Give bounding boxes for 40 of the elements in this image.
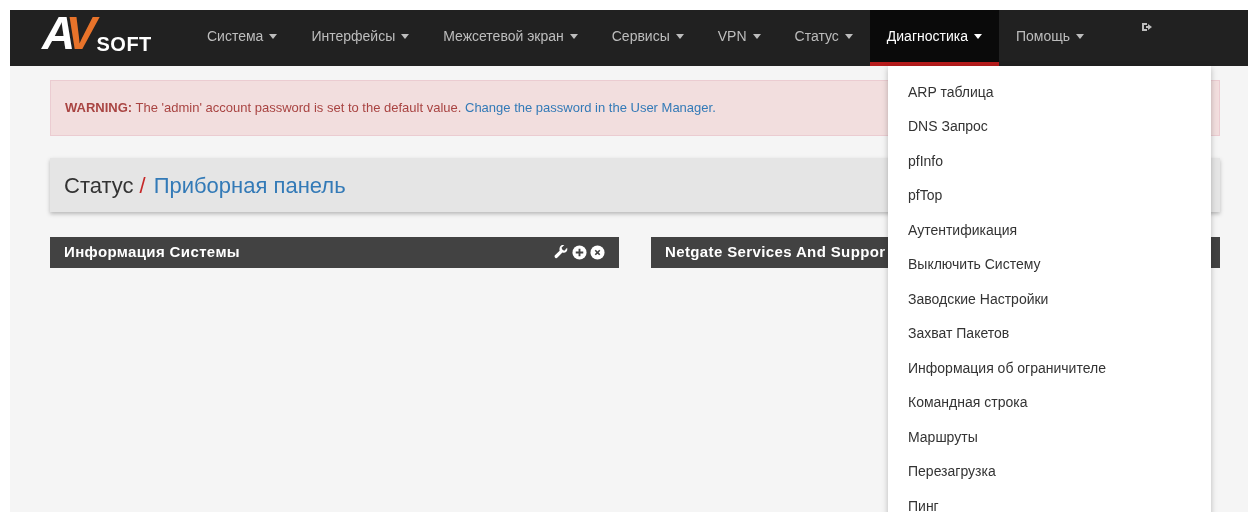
close-icon[interactable] — [590, 245, 605, 260]
breadcrumb-parent[interactable]: Статус — [64, 168, 134, 202]
dropdown-item[interactable]: Маршруты — [888, 420, 1211, 455]
caret-icon — [675, 33, 684, 39]
nav-menu[interactable]: Помощь — [999, 10, 1102, 66]
caret-icon — [569, 33, 578, 39]
dropdown-item[interactable]: pfInfo — [888, 144, 1211, 179]
nav-menu[interactable]: Диагностика — [869, 10, 999, 66]
dropdown-item[interactable]: Пинг — [888, 489, 1211, 512]
wrench-icon[interactable] — [554, 245, 569, 260]
dropdown-item[interactable]: Информация об ограничителе — [888, 351, 1211, 386]
change-password-link[interactable]: Change the password in the User Manager. — [465, 100, 716, 116]
nav-menu[interactable]: Сервисы — [594, 10, 701, 66]
caret-icon — [974, 33, 982, 39]
dropdown-item[interactable]: Командная строка — [888, 385, 1211, 420]
widget-title: Информация Системы — [64, 242, 241, 263]
widget-title: Netgate Services And Suppor — [665, 242, 886, 263]
dropdown-item[interactable]: Выключить Систему — [888, 247, 1211, 282]
warning-text: WARNING: The 'admin' account password is set to the default value. Change the password in the User Manager. — [65, 99, 716, 118]
nav-menu[interactable]: Межсетевой экран — [426, 10, 595, 66]
caret-icon — [269, 33, 278, 39]
nav-menu[interactable]: Система — [190, 10, 295, 66]
nav-menu[interactable]: Интерфейсы — [294, 10, 427, 66]
dropdown-item[interactable]: ARP таблица — [888, 75, 1211, 110]
caret-icon — [844, 33, 853, 39]
plus-circle-icon[interactable] — [572, 245, 587, 260]
dropdown-item[interactable]: Перезагрузка — [888, 454, 1211, 489]
caret-icon — [752, 33, 761, 39]
logo-text: SOFT — [96, 32, 152, 57]
nav-menu[interactable]: VPN — [700, 10, 778, 66]
breadcrumb-separator: / — [139, 171, 146, 200]
nav-menu[interactable]: Статус — [777, 10, 870, 66]
dropdown-item[interactable]: Заводские Настройки — [888, 282, 1211, 317]
dropdown-item[interactable]: DNS Запрос — [888, 109, 1211, 144]
dropdown-item[interactable]: Аутентификация — [888, 213, 1211, 248]
dropdown-item[interactable]: pfTop — [888, 178, 1211, 213]
dropdown-item[interactable]: Захват Пакетов — [888, 316, 1211, 351]
breadcrumb-current: Приборная панель — [153, 171, 346, 200]
caret-icon — [401, 33, 410, 39]
caret-icon — [1076, 33, 1085, 39]
